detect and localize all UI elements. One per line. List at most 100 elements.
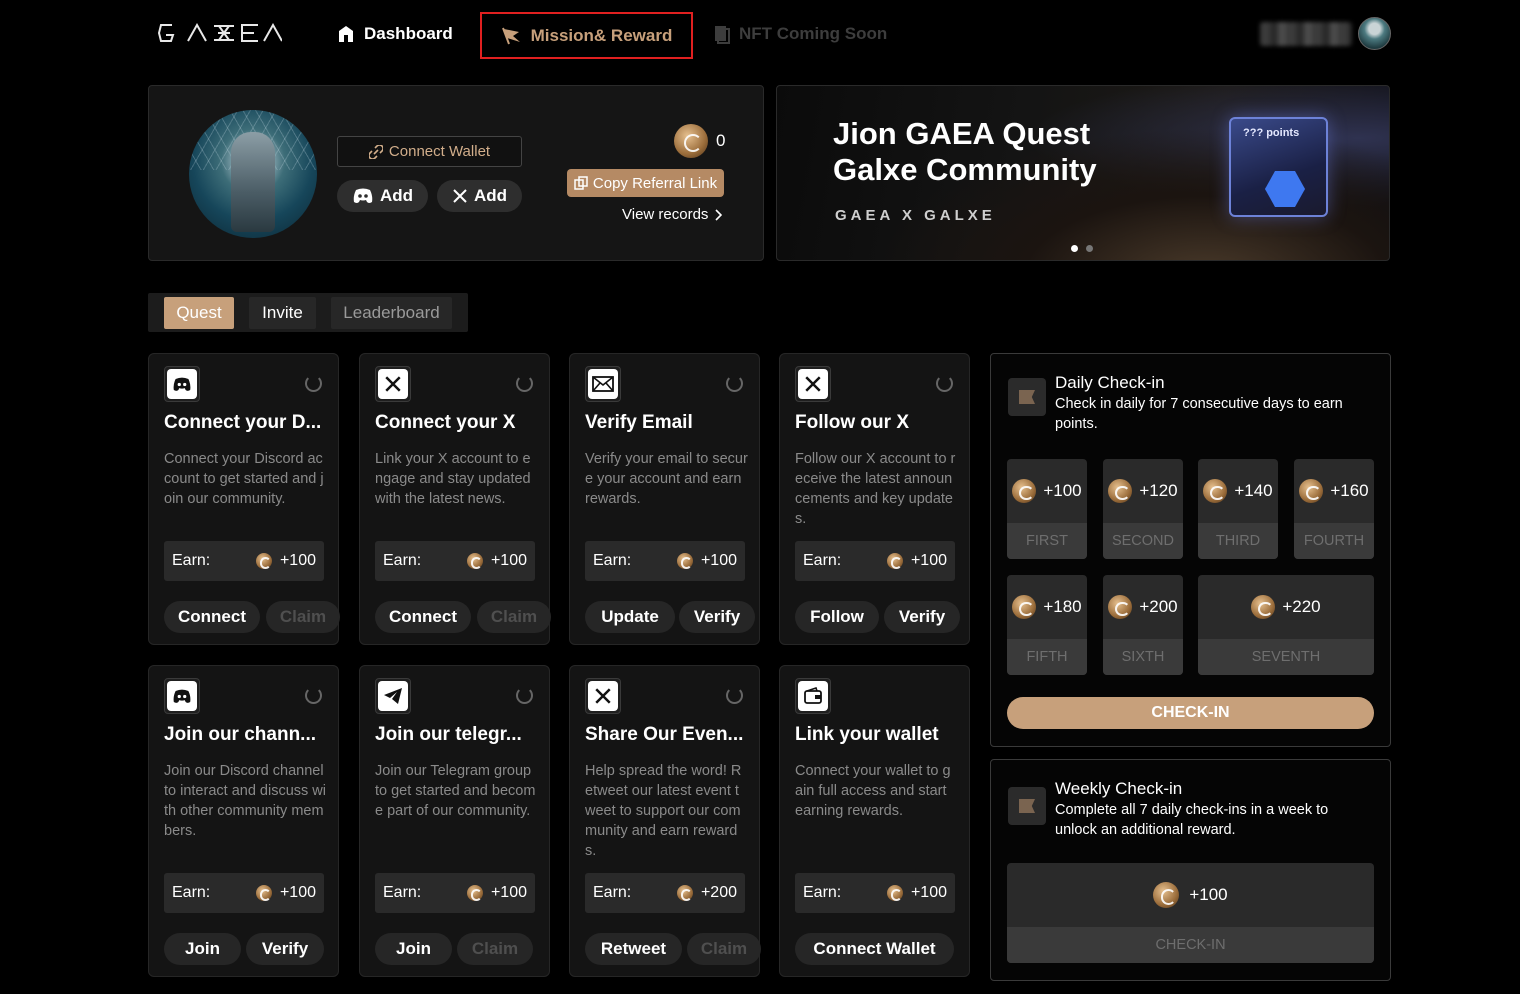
copy-referral-button[interactable]: Copy Referral Link (567, 169, 724, 197)
coin-icon (676, 885, 693, 901)
checkin-day-6: +200 SIXTH (1103, 575, 1183, 675)
points-card-label: ??? points (1243, 127, 1300, 139)
gaea-logo-mark (158, 23, 282, 42)
daily-checkin-button[interactable]: CHECK-IN (1007, 697, 1374, 729)
user-avatar[interactable] (1358, 17, 1391, 50)
nav-dashboard[interactable]: Dashboard (336, 18, 453, 50)
refresh-icon[interactable] (516, 375, 533, 392)
day-points: +160 (1330, 481, 1369, 500)
refresh-icon[interactable] (516, 687, 533, 704)
view-records-link[interactable]: View records (622, 206, 723, 223)
profile-avatar (189, 110, 317, 238)
weekly-checkin-panel: Weekly Check-in Complete all 7 daily che… (990, 759, 1391, 981)
refresh-icon[interactable] (726, 687, 743, 704)
nav-nft[interactable]: NFT Coming Soon (713, 18, 887, 50)
day-points: +180 (1043, 597, 1082, 616)
carousel-dot-1[interactable] (1071, 245, 1078, 252)
join-button[interactable]: Join (375, 933, 452, 965)
connect-button[interactable]: Connect (375, 601, 471, 633)
quest-card-join-telegram: Join our telegr... Join our Telegram gro… (359, 665, 550, 977)
earn-label: Earn: (383, 884, 422, 901)
join-button[interactable]: Join (164, 933, 241, 965)
flag-icon-box (1008, 787, 1046, 825)
claim-button[interactable]: Claim (266, 601, 340, 633)
daily-checkin-panel: Daily Check-in Check in daily for 7 cons… (990, 353, 1391, 747)
gaea-logo[interactable] (158, 22, 282, 44)
coin-icon (466, 885, 483, 901)
quest-icon-box (585, 366, 621, 402)
weekly-checkin-title: Weekly Check-in (1055, 779, 1183, 798)
flag-icon (1019, 799, 1035, 813)
dashboard-icon (339, 26, 353, 42)
avatar-figure (231, 132, 275, 232)
quest-description: Join our Discord channel to interact and… (164, 763, 326, 839)
earn-label: Earn: (172, 884, 211, 901)
coin-icon (1108, 479, 1133, 503)
nav-mission-label: Mission& Reward (530, 25, 673, 45)
connect-wallet-button[interactable]: Connect Wallet (337, 136, 522, 167)
day-points: +200 (1139, 597, 1178, 616)
quest-icon-box (375, 678, 411, 714)
weekly-checkin-button[interactable]: CHECK-IN (1007, 927, 1374, 963)
x-icon (378, 369, 408, 399)
quest-title: Join our chann... (164, 724, 317, 745)
earn-value: +100 (490, 552, 527, 569)
connect-button[interactable]: Connect (164, 601, 260, 633)
day-label: FOURTH (1294, 523, 1374, 559)
earn-value: +200 (700, 884, 737, 901)
quest-card-connect-discord: Connect your D... Connect your Discord a… (148, 353, 340, 645)
claim-button[interactable]: Claim (477, 601, 551, 633)
earn-value: +100 (700, 552, 737, 569)
copy-icon (574, 176, 588, 190)
day-label: FIRST (1007, 523, 1087, 559)
verify-button[interactable]: Verify (884, 601, 960, 633)
tab-leaderboard[interactable]: Leaderboard (331, 297, 452, 329)
verify-button[interactable]: Verify (679, 601, 755, 633)
quest-card-follow-x: Follow our X Follow our X account to rec… (779, 353, 970, 645)
document-icon (715, 26, 730, 44)
quest-description: Join our Telegram group to get started a… (375, 763, 536, 819)
discord-icon (167, 369, 197, 399)
connect-wallet-button[interactable]: Connect Wallet (795, 933, 954, 965)
quest-icon-box (585, 678, 621, 714)
follow-button[interactable]: Follow (795, 601, 879, 633)
retweet-button[interactable]: Retweet (585, 933, 682, 965)
quest-title: Connect your X (375, 412, 516, 433)
earn-label: Earn: (383, 552, 422, 569)
earn-value: +100 (279, 552, 316, 569)
refresh-icon[interactable] (936, 375, 953, 392)
view-records-label: View records (622, 206, 709, 223)
tab-invite[interactable]: Invite (249, 297, 316, 329)
claim-button[interactable]: Claim (457, 933, 533, 965)
promo-banner[interactable]: Jion GAEA Quest Galxe Community GAEA X G… (776, 85, 1390, 261)
weekly-reward: +100 CHECK-IN (1007, 863, 1374, 963)
carousel-dot-2[interactable] (1086, 245, 1093, 252)
points-card-graphic: ??? points (1229, 117, 1328, 217)
tab-quest[interactable]: Quest (164, 297, 234, 329)
update-button[interactable]: Update (585, 601, 675, 633)
quest-description: Link your X account to engage and stay u… (375, 451, 531, 507)
coin-icon (886, 885, 903, 901)
connect-wallet-label: Connect Wallet (388, 143, 491, 160)
earn-value: +100 (279, 884, 316, 901)
refresh-icon[interactable] (305, 375, 322, 392)
quest-card-verify-email: Verify Email Verify your email to secure… (569, 353, 760, 645)
profile-card: Connect Wallet Add Add 0 Copy Referral L… (148, 85, 764, 261)
claim-button[interactable]: Claim (687, 933, 761, 965)
points-display: 0 (674, 124, 725, 158)
coin-icon (255, 885, 272, 901)
nav-mission-reward[interactable]: Mission& Reward (480, 12, 693, 59)
banner-title-line2: Galxe Community (833, 152, 1097, 187)
verify-button[interactable]: Verify (246, 933, 324, 965)
coin-icon (1012, 479, 1037, 503)
refresh-icon[interactable] (305, 687, 322, 704)
quest-title: Join our telegr... (375, 724, 522, 745)
wallet-icon (798, 681, 828, 711)
refresh-icon[interactable] (726, 375, 743, 392)
coin-icon (1203, 479, 1228, 503)
quest-title: Share Our Even... (585, 724, 744, 745)
coin-icon (886, 553, 903, 569)
discord-icon (353, 188, 373, 203)
discord-add-button[interactable]: Add (337, 180, 428, 212)
x-add-button[interactable]: Add (437, 180, 522, 212)
